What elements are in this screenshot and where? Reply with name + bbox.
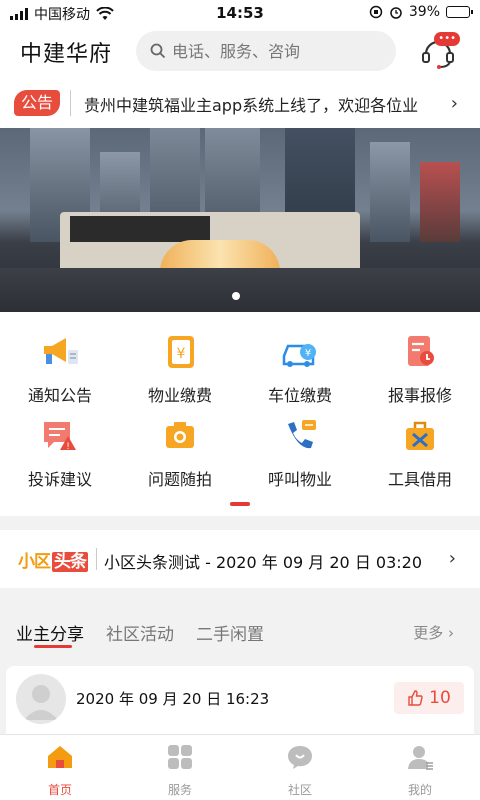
active-tab-underline <box>34 645 72 648</box>
customer-service-button[interactable]: ••• <box>418 32 460 72</box>
grid-icon <box>168 745 192 769</box>
community-chat-icon <box>288 746 312 769</box>
default-avatar-icon <box>24 685 58 720</box>
tabbar-community[interactable]: 社区 <box>270 743 330 798</box>
headline-text: 小区头条测试 - 2020 年 09 月 20 日 03:20 <box>104 553 423 572</box>
like-button[interactable]: 10 <box>394 682 464 714</box>
service-repair-report[interactable]: 报事报修 <box>360 320 480 405</box>
headline-logo: 小区 头条 <box>18 547 88 572</box>
grid-page-indicator <box>230 502 250 506</box>
svg-text:¥: ¥ <box>177 346 186 362</box>
chevron-right-icon: › <box>450 93 458 114</box>
service-tool-borrow[interactable]: 工具借用 <box>360 404 480 489</box>
status-right: 39% <box>369 4 473 20</box>
search-input[interactable] <box>172 41 392 61</box>
yuan-card-icon: ¥ <box>168 336 194 368</box>
carousel-dots <box>232 292 240 300</box>
tabbar-services[interactable]: 服务 <box>150 743 210 798</box>
service-property-fee[interactable]: ¥ 物业缴费 <box>120 320 240 405</box>
service-label: 报事报修 <box>387 386 452 405</box>
thumbs-up-icon <box>408 690 423 706</box>
alarm-icon <box>390 7 402 19</box>
search-box[interactable] <box>136 31 396 71</box>
app-title: 中建华府 <box>20 42 113 67</box>
battery-percent: 39% <box>408 4 440 20</box>
tab-second-hand[interactable]: 二手闲置 <box>196 620 264 645</box>
service-complaint[interactable]: ! 投诉建议 <box>0 404 120 489</box>
service-label: 工具借用 <box>387 470 452 489</box>
status-bar: 中国移动 14:53 39% <box>0 0 480 26</box>
service-badge: ••• <box>434 32 460 46</box>
service-label: 投诉建议 <box>27 470 92 489</box>
service-notice[interactable]: 通知公告 <box>0 320 120 405</box>
service-label: 物业缴费 <box>147 386 212 405</box>
headline-logo-part1: 小区 <box>18 552 51 572</box>
chevron-right-icon: › <box>448 548 456 569</box>
like-count: 10 <box>429 688 451 708</box>
toolbox-icon <box>406 421 434 450</box>
orientation-lock-icon <box>369 5 383 19</box>
post-time: 2020 年 09 月 20 日 16:23 <box>76 690 270 708</box>
tabbar-label: 首页 <box>47 783 72 797</box>
tabbar-label: 社区 <box>287 783 312 797</box>
repair-report-icon <box>408 336 434 366</box>
service-label: 呼叫物业 <box>267 470 332 489</box>
app-header: 中建华府 ••• <box>0 26 480 78</box>
notice-tag: 公告 <box>14 90 60 116</box>
service-label: 车位缴费 <box>267 386 332 405</box>
tabbar-profile[interactable]: 我的 <box>390 743 450 798</box>
tabbar-label: 我的 <box>407 783 432 797</box>
car-yuan-icon: ¥ <box>282 344 316 367</box>
content-tabs: 业主分享 社区活动 二手闲置 更多 › <box>0 604 480 656</box>
home-icon <box>48 746 72 768</box>
more-label: 更多 <box>413 624 444 642</box>
search-icon <box>150 43 166 59</box>
phone-call-icon <box>288 420 316 449</box>
headline-logo-part2: 头条 <box>52 552 88 572</box>
battery-icon <box>446 6 473 18</box>
service-grid: 通知公告 ¥ 物业缴费 ¥ 车位缴费 报事报修 ! 投诉建议 问题随拍 呼叫物业… <box>0 312 480 516</box>
complaint-chat-icon: ! <box>44 422 76 452</box>
notice-bar[interactable]: 公告 贵州中建筑福业主app系统上线了，欢迎各位业 › <box>0 78 480 128</box>
tabbar-home[interactable]: 首页 <box>30 743 90 798</box>
more-link[interactable]: 更多 › <box>413 622 454 643</box>
service-label: 通知公告 <box>27 386 92 405</box>
chevron-right-icon: › <box>448 624 454 642</box>
service-label: 问题随拍 <box>147 470 212 489</box>
tabbar-label: 服务 <box>167 783 192 797</box>
service-photo-report[interactable]: 问题随拍 <box>120 404 240 489</box>
megaphone-icon <box>44 338 78 364</box>
svg-text:¥: ¥ <box>305 348 311 359</box>
service-call-property[interactable]: 呼叫物业 <box>240 404 360 489</box>
banner-carousel[interactable] <box>0 128 480 312</box>
bottom-tabbar: 首页 服务 社区 我的 <box>0 734 480 800</box>
svg-text:!: ! <box>66 442 70 452</box>
headline-divider <box>96 548 97 570</box>
profile-icon <box>408 746 433 770</box>
service-parking-fee[interactable]: ¥ 车位缴费 <box>240 320 360 405</box>
tab-owner-share[interactable]: 业主分享 <box>16 620 84 645</box>
camera-icon <box>166 422 194 448</box>
community-headline[interactable]: 小区 头条 小区头条测试 - 2020 年 09 月 20 日 03:20 › <box>0 530 480 588</box>
post-card[interactable]: 2020 年 09 月 20 日 16:23 10 <box>6 666 474 736</box>
notice-divider <box>70 90 71 116</box>
tab-community-activity[interactable]: 社区活动 <box>106 620 174 645</box>
carousel-dot[interactable] <box>232 292 240 300</box>
notice-text: 贵州中建筑福业主app系统上线了，欢迎各位业 <box>84 96 419 115</box>
avatar[interactable] <box>16 674 66 724</box>
